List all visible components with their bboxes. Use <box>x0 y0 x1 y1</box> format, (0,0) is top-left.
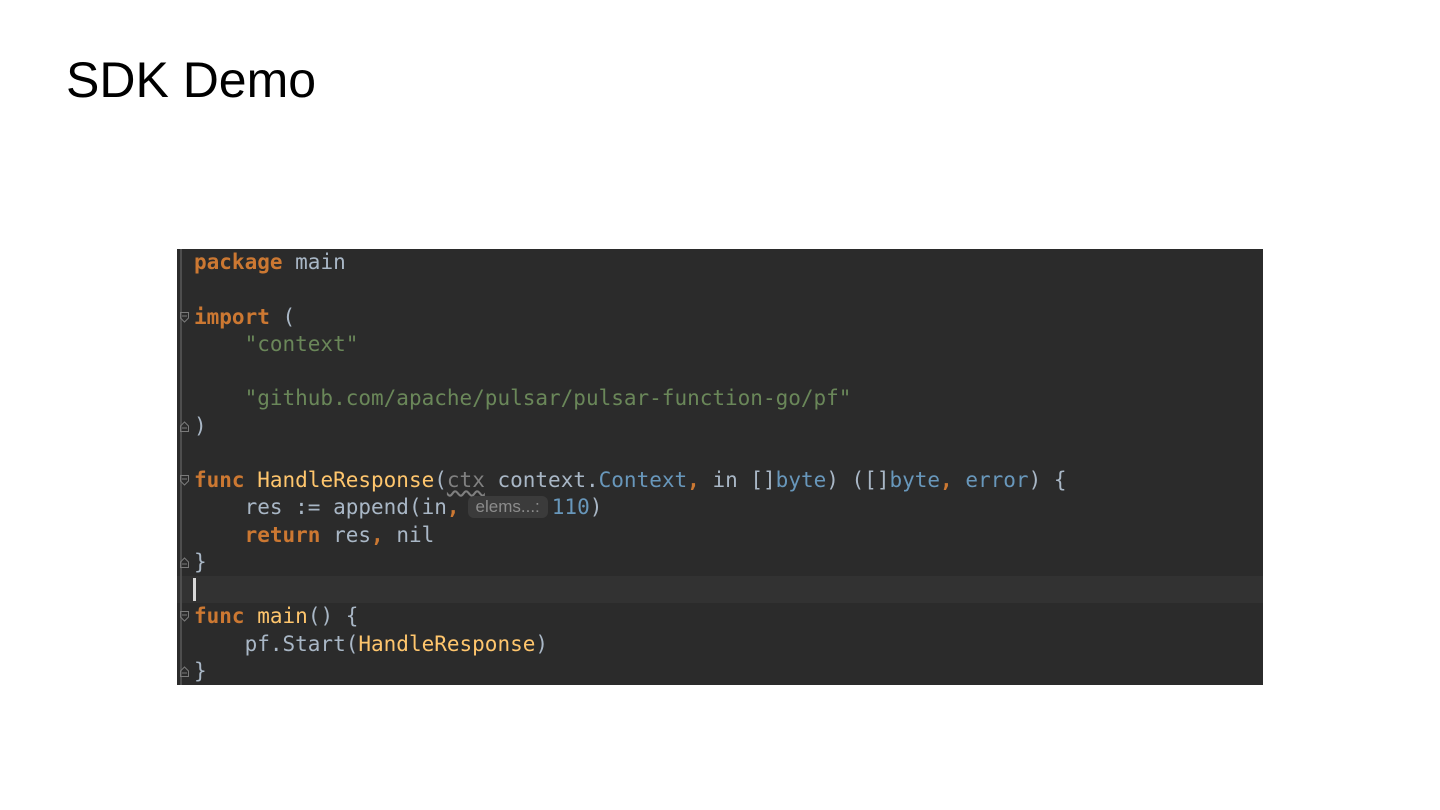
code-line-2[interactable] <box>194 276 1067 303</box>
code-line-10[interactable]: res := append(in, elems...: 110) <box>194 494 1067 521</box>
function-name: main <box>257 604 308 629</box>
number-literal: 110 <box>551 495 590 520</box>
code-line-6[interactable]: "github.com/apache/pulsar/pulsar-functio… <box>194 385 1067 412</box>
code-line-14[interactable]: func main() { <box>180 603 1067 630</box>
code-line-9[interactable]: func HandleResponse(ctx context.Context,… <box>180 467 1067 494</box>
keyword-return: return <box>244 522 321 547</box>
code-text: ( <box>269 304 296 329</box>
parameter-hint: elems...: <box>467 496 548 519</box>
keyword-func: func <box>194 604 245 629</box>
fold-open-icon[interactable] <box>180 611 189 622</box>
code-content[interactable]: package main import ( "context" "github.… <box>180 249 1067 685</box>
slide: SDK Demo package main import ( "context"… <box>0 0 1440 810</box>
code-line-7[interactable]: ) <box>180 413 1067 440</box>
code-line-1[interactable]: package main <box>194 249 1067 276</box>
type-name: byte <box>775 468 827 492</box>
code-line-8[interactable] <box>194 440 1067 467</box>
type-name: byte <box>889 468 941 492</box>
keyword-func: func <box>194 468 245 492</box>
code-text: main <box>282 250 346 274</box>
code-line-12[interactable]: } <box>180 549 1067 576</box>
code-line-4[interactable]: "context" <box>194 331 1067 358</box>
unused-param: ctx <box>446 468 485 492</box>
function-name: HandleResponse <box>358 631 536 656</box>
type-name: error <box>965 468 1029 492</box>
function-name: HandleResponse <box>257 468 435 492</box>
string-literal: "context" <box>244 331 359 356</box>
fold-open-icon[interactable] <box>180 475 189 486</box>
code-line-5[interactable] <box>194 358 1067 385</box>
fold-open-icon[interactable] <box>180 311 189 323</box>
code-line-11[interactable]: return res, nil <box>194 522 1067 549</box>
slide-title: SDK Demo <box>66 52 317 108</box>
code-line-16[interactable]: } <box>180 658 1067 685</box>
string-literal: "github.com/apache/pulsar/pulsar-functio… <box>244 386 852 411</box>
code-line-15[interactable]: pf.Start(HandleResponse) <box>194 631 1067 658</box>
keyword-package: package <box>194 250 283 274</box>
keyword-import: import <box>194 304 270 329</box>
fold-close-icon[interactable] <box>180 420 189 432</box>
type-name: Context <box>598 468 688 492</box>
code-text: ) <box>194 413 207 438</box>
code-editor[interactable]: package main import ( "context" "github.… <box>177 249 1263 685</box>
code-line-3[interactable]: import ( <box>180 304 1067 331</box>
fold-close-icon[interactable] <box>180 557 189 568</box>
code-line-13[interactable] <box>194 576 1067 603</box>
fold-close-icon[interactable] <box>180 666 189 677</box>
